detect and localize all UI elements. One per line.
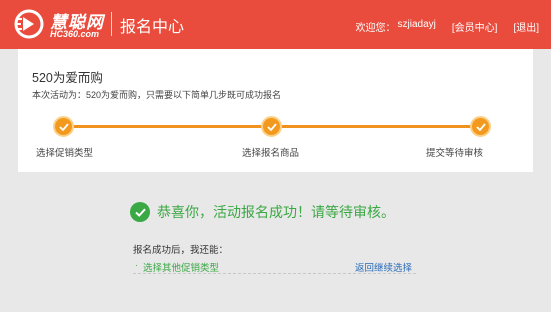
activity-title: 520为爱而购 — [32, 71, 103, 85]
success-check-icon — [130, 202, 150, 222]
logout-link[interactable]: [退出] — [513, 19, 539, 34]
step-3-check-icon — [470, 116, 491, 137]
success-text: 恭喜你，活动报名成功！请等待审核。 — [157, 204, 395, 220]
back-continue-link[interactable]: 返回继续选择 — [355, 260, 412, 274]
activity-panel: 520为爱而购 本次活动为：520为爱而购，只需要以下简单几步既可成功报名 选择… — [18, 49, 533, 172]
other-promo-type-link[interactable]: 选择其他促销类型 — [143, 260, 219, 274]
step-2-check-icon — [261, 116, 282, 137]
step-2-label: 选择报名商品 — [242, 148, 300, 159]
page-title: 报名中心 — [120, 19, 185, 36]
welcome-text: 欢迎您： — [355, 23, 396, 34]
step-3-label: 提交等待审核 — [426, 148, 484, 159]
activity-description: 本次活动为：520为爱而购，只需要以下简单几步既可成功报名 — [32, 90, 282, 100]
next-actions-title: 报名成功后，我还能： — [133, 245, 229, 256]
hc360-logo[interactable]: 慧聪网 HC360.com — [14, 7, 108, 41]
username: szjiadayj — [397, 19, 436, 30]
next-action-row: · 选择其他促销类型 返回继续选择 — [133, 258, 416, 274]
bullet-dot: · — [135, 260, 138, 270]
success-message: 恭喜你，活动报名成功！请等待审核。 — [130, 202, 395, 222]
member-center-link[interactable]: [会员中心] — [452, 19, 498, 34]
step-1-check-icon — [53, 116, 74, 137]
step-1-label: 选择促销类型 — [36, 148, 94, 159]
header-divider — [111, 12, 112, 36]
logo-domain: HC360.com — [50, 29, 100, 39]
header-bar: 慧聪网 HC360.com 报名中心 欢迎您： szjiadayj [会员中心]… — [0, 0, 551, 49]
user-area: 欢迎您： szjiadayj [会员中心] [退出] — [356, 19, 539, 34]
logo-mark-icon — [14, 9, 44, 39]
